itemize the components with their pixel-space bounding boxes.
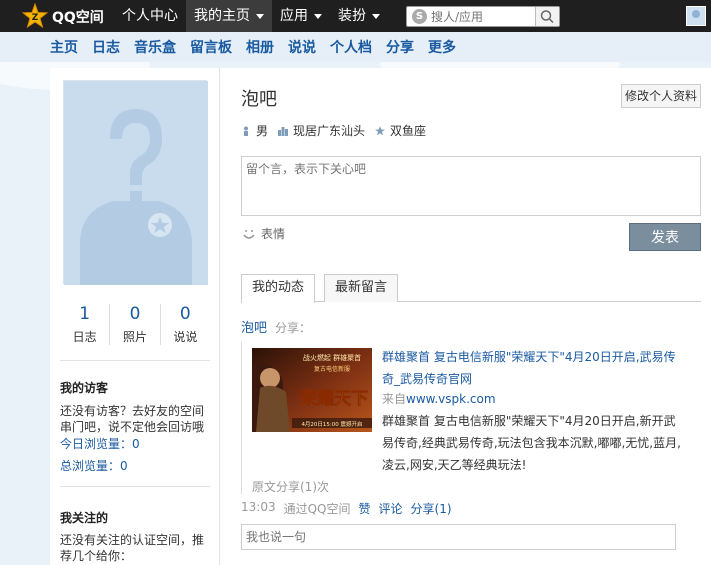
shared-description: 群雄聚首 复古电信新服"荣耀天下"4月20日开启,新开武易传奇,经典武易传奇,玩… — [382, 414, 681, 472]
feed-meta: 13:03 通过QQ空间 赞 评论 分享(1) — [241, 500, 452, 517]
emoji-label: 表情 — [261, 227, 286, 241]
stat-label: 说说 — [173, 330, 198, 344]
shared-title-link[interactable]: 群雄聚首 复古电信新服"荣耀天下"4月20日开启,武易传奇_武易传奇官网 — [382, 346, 682, 390]
nav-label: 个人中心 — [122, 8, 178, 24]
profile-info: 男 现居广东汕头 双鱼座 — [241, 122, 436, 139]
nav-personal-center[interactable]: 个人中心 — [114, 0, 186, 32]
subnav-album[interactable]: 相册 — [246, 37, 274, 57]
comment-button[interactable]: 评论 — [379, 500, 403, 517]
profile-stats: 1 日志 0 照片 0 说说 — [60, 304, 210, 345]
location-icon — [278, 126, 289, 136]
tab-my-updates[interactable]: 我的动态 — [241, 274, 316, 303]
zodiac-text: 双鱼座 — [390, 124, 427, 138]
smile-icon — [243, 229, 255, 239]
top-bar: Z QQ空间 个人中心 我的主页 应用 装扮 S — [0, 0, 711, 32]
nav-label: 我的主页 — [194, 8, 250, 24]
subnav-music[interactable]: 音乐盒 — [134, 37, 176, 57]
following-title: 我关注的 — [60, 511, 109, 525]
search-box: S — [406, 6, 560, 27]
tab-latest-messages[interactable]: 最新留言 — [324, 274, 399, 302]
shared-source: 来自www.vspk.com — [382, 390, 496, 407]
feed-time: 13:03 — [241, 500, 276, 514]
subnav-guestbook[interactable]: 留言板 — [190, 37, 232, 57]
nav-decorate[interactable]: 装扮 — [330, 0, 388, 32]
source-prefix: 来自 — [382, 392, 407, 406]
qzone-star-logo-icon[interactable]: Z — [22, 3, 48, 29]
space-nav: 主页 日志 音乐盒 留言板 相册 说说 个人档 分享 更多 — [0, 32, 711, 62]
subnav-home[interactable]: 主页 — [50, 37, 78, 57]
stat-value: 0 — [179, 304, 191, 324]
star-icon — [375, 125, 386, 135]
user-avatar[interactable] — [686, 6, 706, 26]
stat-label: 照片 — [122, 330, 147, 344]
feed-header: 泡吧 分享： — [241, 317, 311, 336]
search-button[interactable] — [535, 7, 559, 26]
shared-thumbnail[interactable]: 战火燃起 群雄聚首 复古电信新服 荣耀天下 4月20日15:00 震撼开启 — [252, 348, 372, 432]
search-scope-icon: S — [412, 9, 427, 24]
banner-title: 荣耀天下 — [299, 389, 368, 409]
top-nav: 个人中心 我的主页 应用 装扮 — [114, 0, 388, 32]
default-avatar-icon — [64, 81, 208, 285]
today-views[interactable]: 今日浏览量：0 — [60, 435, 140, 452]
subnav-share[interactable]: 分享 — [386, 37, 414, 57]
edit-profile-button[interactable]: 修改个人资料 — [621, 84, 701, 108]
chevron-down-icon — [372, 13, 380, 19]
visitors-text: 还没有访客？去好友的空间串门吧，说不定他会回访哦 — [60, 404, 205, 434]
search-input[interactable] — [431, 8, 531, 25]
stat-label: 日志 — [72, 330, 97, 344]
location-text: 现居广东汕头 — [293, 124, 366, 138]
nav-apps[interactable]: 应用 — [272, 0, 330, 32]
banner-tagline: 战火燃起 群雄聚首 — [303, 353, 361, 362]
message-input[interactable] — [241, 156, 701, 216]
following-text: 还没有关注的认证空间，推荐几个给你： — [60, 533, 205, 563]
feed-user-link[interactable]: 泡吧 — [241, 321, 267, 336]
main-panel: 1 日志 0 照片 0 说说 我的访客 还没有访客？去好友的空间串门吧，说不定他… — [50, 68, 711, 565]
stat-value: 0 — [129, 304, 141, 324]
nav-label: 装扮 — [338, 8, 366, 24]
nav-my-homepage[interactable]: 我的主页 — [186, 0, 272, 32]
brand-name[interactable]: QQ空间 — [52, 7, 104, 27]
subnav-more[interactable]: 更多 — [428, 37, 456, 57]
search-icon — [540, 10, 554, 24]
emoji-button[interactable]: 表情 — [241, 225, 285, 242]
stat-value: 1 — [79, 304, 91, 324]
page-title: 泡吧 — [241, 89, 277, 110]
gender-text: 男 — [256, 124, 269, 138]
feed-verb: 分享： — [275, 321, 312, 335]
stat-blog[interactable]: 1 日志 — [60, 304, 111, 345]
feed-tabs: 我的动态 最新留言 — [241, 274, 701, 303]
gender-icon — [244, 126, 248, 136]
subnav-profile[interactable]: 个人档 — [330, 37, 372, 57]
visitors-title: 我的访客 — [60, 381, 109, 395]
original-share-count[interactable]: 原文分享(1)次 — [252, 478, 329, 495]
chevron-down-icon — [256, 13, 264, 19]
subnav-blog[interactable]: 日志 — [92, 37, 120, 57]
banner-date: 4月20日15:00 震撼开启 — [301, 420, 362, 428]
like-button[interactable]: 赞 — [359, 500, 371, 517]
source-link[interactable]: www.vspk.com — [406, 392, 496, 406]
divider — [60, 360, 210, 361]
game-banner-image: 战火燃起 群雄聚首 复古电信新服 荣耀天下 4月20日15:00 震撼开启 — [252, 348, 372, 432]
stat-shuoshuo[interactable]: 0 说说 — [161, 304, 210, 345]
share-button[interactable]: 分享(1) — [411, 500, 452, 517]
subnav-shuoshuo[interactable]: 说说 — [288, 37, 316, 57]
left-column: 1 日志 0 照片 0 说说 我的访客 还没有访客？去好友的空间串门吧，说不定他… — [50, 68, 220, 565]
svg-text:Z: Z — [32, 13, 39, 23]
feed-via: 通过QQ空间 — [283, 502, 351, 516]
chevron-down-icon — [314, 13, 322, 19]
feed-card: 战火燃起 群雄聚首 复古电信新服 荣耀天下 4月20日15:00 震撼开启 群雄… — [241, 342, 701, 494]
stat-photos[interactable]: 0 照片 — [110, 304, 161, 345]
send-button[interactable]: 发表 — [629, 223, 701, 251]
divider — [60, 486, 210, 487]
total-views[interactable]: 总浏览量：0 — [60, 457, 128, 474]
right-column: 泡吧 修改个人资料 男 现居广东汕头 双鱼座 表情 发表 — [241, 68, 701, 565]
nav-label: 应用 — [280, 8, 308, 24]
profile-avatar[interactable] — [63, 80, 208, 285]
reply-input[interactable] — [241, 524, 676, 550]
banner-subtitle: 复古电信新服 — [314, 365, 350, 373]
